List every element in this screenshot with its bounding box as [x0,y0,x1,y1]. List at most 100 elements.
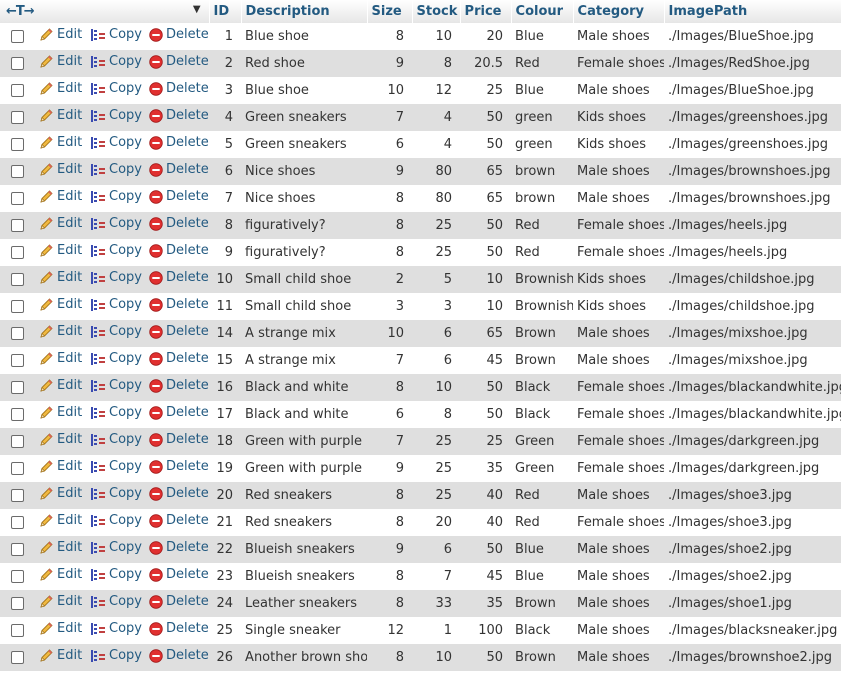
cell-stock[interactable]: 4 [412,131,460,158]
cell-description[interactable]: Green with purple [241,428,367,455]
edit-button[interactable]: Edit [38,162,82,178]
cell-colour[interactable]: brown [511,185,573,212]
cell-imagepath[interactable]: ./Images/shoe3.jpg [664,482,841,509]
cell-stock[interactable]: 10 [412,644,460,671]
delete-button[interactable]: Delete [149,162,209,177]
cell-category[interactable]: Kids shoes [573,293,664,320]
cell-imagepath[interactable]: ./Images/shoe1.jpg [664,590,841,617]
cell-id[interactable]: 11 [209,293,241,320]
cell-imagepath[interactable]: ./Images/blackandwhite.jpg [664,401,841,428]
cell-size[interactable]: 9 [367,50,412,77]
cell-colour[interactable]: Brownish [511,266,573,293]
cell-size[interactable]: 9 [367,158,412,185]
cell-stock[interactable]: 10 [412,23,460,50]
cell-description[interactable]: Blueish sneakers [241,563,367,590]
row-checkbox[interactable] [10,111,24,124]
cell-category[interactable]: Female shoes [573,239,664,266]
cell-id[interactable]: 21 [209,509,241,536]
copy-button[interactable]: Copy [90,351,142,367]
edit-button[interactable]: Edit [38,135,82,151]
row-checkbox[interactable] [10,165,24,178]
cell-colour[interactable]: Blue [511,563,573,590]
row-checkbox[interactable] [10,516,24,529]
cell-imagepath[interactable]: ./Images/BlueShoe.jpg [664,77,841,104]
row-checkbox[interactable] [10,651,24,664]
edit-button[interactable]: Edit [38,351,82,367]
cell-size[interactable]: 8 [367,590,412,617]
cell-price[interactable]: 35 [460,590,511,617]
cell-category[interactable]: Female shoes [573,428,664,455]
cell-stock[interactable]: 25 [412,455,460,482]
column-header-colour[interactable]: Colour [511,0,574,23]
delete-button[interactable]: Delete [149,108,209,123]
cell-id[interactable]: 24 [209,590,241,617]
edit-button[interactable]: Edit [38,567,82,583]
cell-category[interactable]: Male shoes [573,77,664,104]
row-checkbox[interactable] [10,57,24,70]
cell-description[interactable]: Small child shoe [241,266,367,293]
delete-button[interactable]: Delete [149,594,209,609]
cell-category[interactable]: Female shoes [573,455,664,482]
cell-colour[interactable]: Brown [511,347,573,374]
cell-id[interactable]: 4 [209,104,241,131]
cell-id[interactable]: 5 [209,131,241,158]
cell-colour[interactable]: Black [511,374,573,401]
delete-button[interactable]: Delete [149,648,209,663]
cell-size[interactable]: 8 [367,239,412,266]
cell-size[interactable]: 8 [367,374,412,401]
cell-stock[interactable]: 25 [412,482,460,509]
cell-colour[interactable]: green [511,104,573,131]
cell-description[interactable]: Blue shoe [241,77,367,104]
cell-category[interactable]: Male shoes [573,347,664,374]
cell-price[interactable]: 50 [460,212,511,239]
expand-columns-arrows[interactable]: ←T→ [6,4,35,19]
cell-id[interactable]: 9 [209,239,241,266]
cell-price[interactable]: 100 [460,617,511,644]
copy-button[interactable]: Copy [90,81,142,97]
cell-stock[interactable]: 6 [412,536,460,563]
cell-stock[interactable]: 4 [412,104,460,131]
cell-size[interactable]: 3 [367,293,412,320]
cell-description[interactable]: A strange mix [241,320,367,347]
copy-button[interactable]: Copy [90,135,142,151]
delete-button[interactable]: Delete [149,270,209,285]
cell-size[interactable]: 8 [367,212,412,239]
cell-imagepath[interactable]: ./Images/darkgreen.jpg [664,455,841,482]
cell-id[interactable]: 15 [209,347,241,374]
cell-id[interactable]: 17 [209,401,241,428]
cell-category[interactable]: Male shoes [573,617,664,644]
row-checkbox[interactable] [10,435,24,448]
edit-button[interactable]: Edit [38,432,82,448]
cell-id[interactable]: 1 [209,23,241,50]
copy-button[interactable]: Copy [90,621,142,637]
cell-category[interactable]: Male shoes [573,23,664,50]
cell-stock[interactable]: 6 [412,347,460,374]
column-header-description[interactable]: Description [241,0,368,23]
cell-imagepath[interactable]: ./Images/shoe2.jpg [664,563,841,590]
column-header-id[interactable]: ID [209,0,242,23]
cell-colour[interactable]: Red [511,509,573,536]
delete-button[interactable]: Delete [149,432,209,447]
cell-id[interactable]: 23 [209,563,241,590]
cell-imagepath[interactable]: ./Images/heels.jpg [664,212,841,239]
cell-description[interactable]: Green sneakers [241,131,367,158]
delete-button[interactable]: Delete [149,297,209,312]
row-checkbox[interactable] [10,219,24,232]
cell-description[interactable]: Red sneakers [241,482,367,509]
cell-id[interactable]: 18 [209,428,241,455]
cell-colour[interactable]: Green [511,428,573,455]
edit-button[interactable]: Edit [38,621,82,637]
cell-colour[interactable]: Black [511,401,573,428]
cell-colour[interactable]: Green [511,455,573,482]
row-checkbox[interactable] [10,489,24,502]
cell-id[interactable]: 25 [209,617,241,644]
cell-stock[interactable]: 25 [412,428,460,455]
cell-id[interactable]: 2 [209,50,241,77]
row-checkbox[interactable] [10,273,24,286]
cell-category[interactable]: Male shoes [573,185,664,212]
cell-description[interactable]: A strange mix [241,347,367,374]
cell-price[interactable]: 20.5 [460,50,511,77]
cell-description[interactable]: Leather sneakers [241,590,367,617]
cell-size[interactable]: 7 [367,428,412,455]
delete-button[interactable]: Delete [149,567,209,582]
